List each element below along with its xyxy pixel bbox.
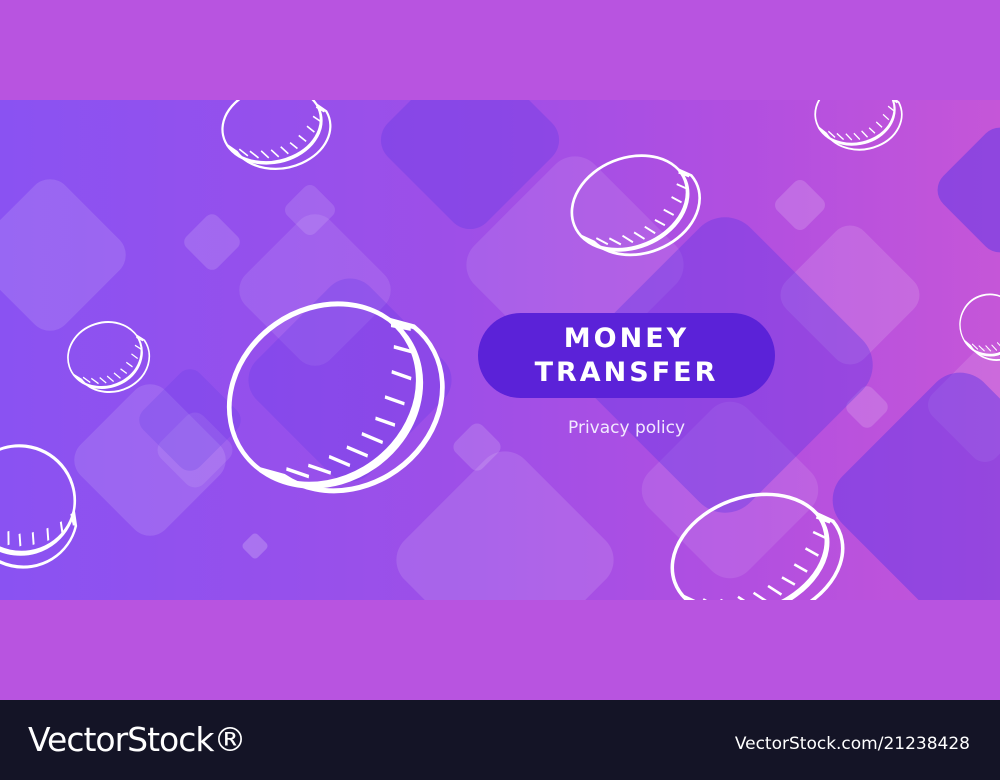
title-line-2: TRANSFER: [534, 356, 719, 388]
watermark-footer: VectorStock® VectorStock.com/21238428: [0, 700, 1000, 780]
stock-id: VectorStock.com/21238428: [734, 734, 970, 754]
coin-icon: [214, 100, 339, 181]
money-transfer-banner: MONEY TRANSFER Privacy policy: [0, 100, 1000, 600]
bottom-band: [0, 600, 1000, 700]
title-pill: MONEY TRANSFER: [478, 313, 775, 398]
coin-icon: [808, 100, 908, 158]
vectorstock-logo: VectorStock®: [28, 720, 246, 759]
top-band: [0, 0, 1000, 100]
privacy-policy-link[interactable]: Privacy policy: [478, 418, 775, 438]
title-line-1: MONEY: [563, 322, 690, 354]
